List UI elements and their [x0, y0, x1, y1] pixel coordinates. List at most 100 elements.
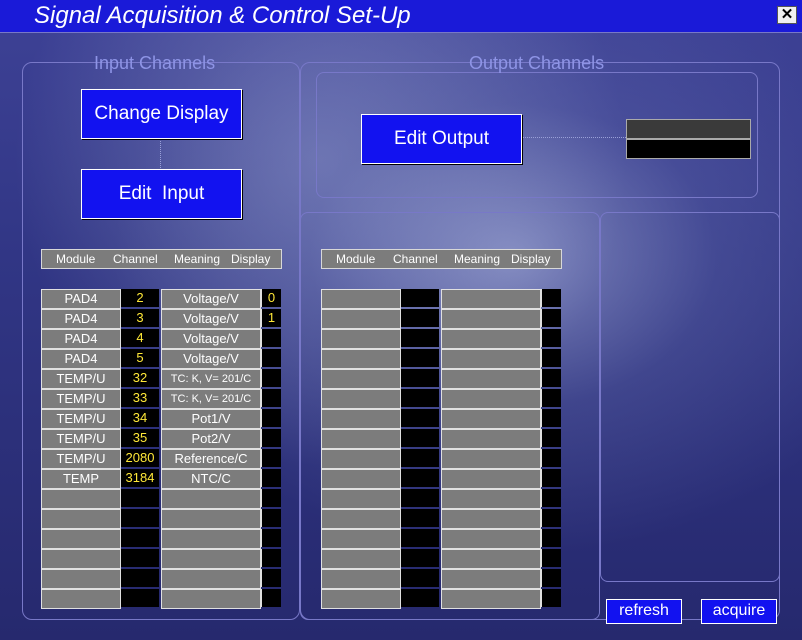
channel-cell[interactable]: 5: [121, 349, 159, 367]
channel-cell[interactable]: [401, 489, 439, 507]
module-cell[interactable]: [41, 589, 121, 609]
display-cell[interactable]: [541, 509, 561, 527]
display-cell[interactable]: [261, 469, 281, 487]
channel-cell[interactable]: 3: [121, 309, 159, 327]
module-cell[interactable]: [321, 429, 401, 449]
display-cell[interactable]: [261, 529, 281, 547]
module-cell[interactable]: [41, 529, 121, 549]
module-cell[interactable]: [321, 349, 401, 369]
meaning-cell[interactable]: [161, 489, 261, 509]
meaning-cell[interactable]: [441, 369, 541, 389]
display-cell[interactable]: [541, 529, 561, 547]
channel-cell[interactable]: [401, 329, 439, 347]
meaning-cell[interactable]: [441, 289, 541, 309]
channel-cell[interactable]: [121, 489, 159, 507]
module-cell[interactable]: PAD4: [41, 289, 121, 309]
meaning-cell[interactable]: [161, 509, 261, 529]
meaning-cell[interactable]: [441, 589, 541, 609]
display-cell[interactable]: [541, 389, 561, 407]
display-cell[interactable]: [541, 309, 561, 327]
channel-cell[interactable]: [401, 529, 439, 547]
meaning-cell[interactable]: Pot1/V: [161, 409, 261, 429]
module-cell[interactable]: [321, 369, 401, 389]
channel-cell[interactable]: [401, 569, 439, 587]
channel-cell[interactable]: [121, 589, 159, 607]
meaning-cell[interactable]: [161, 549, 261, 569]
module-cell[interactable]: [321, 589, 401, 609]
meaning-cell[interactable]: Reference/C: [161, 449, 261, 469]
module-cell[interactable]: [321, 409, 401, 429]
module-cell[interactable]: TEMP/U: [41, 449, 121, 469]
module-cell[interactable]: [321, 529, 401, 549]
channel-cell[interactable]: [401, 469, 439, 487]
meaning-cell[interactable]: [441, 349, 541, 369]
meaning-cell[interactable]: [441, 549, 541, 569]
meaning-cell[interactable]: Voltage/V: [161, 349, 261, 369]
display-cell[interactable]: 1: [261, 309, 281, 327]
display-cell[interactable]: [261, 589, 281, 607]
meaning-cell[interactable]: [441, 389, 541, 409]
meaning-cell[interactable]: [441, 329, 541, 349]
channel-cell[interactable]: [401, 309, 439, 327]
meaning-cell[interactable]: [161, 529, 261, 549]
module-cell[interactable]: [41, 489, 121, 509]
channel-cell[interactable]: 3184: [121, 469, 159, 487]
channel-cell[interactable]: [121, 509, 159, 527]
module-cell[interactable]: TEMP/U: [41, 409, 121, 429]
acquire-button[interactable]: acquire: [701, 599, 777, 624]
meaning-cell[interactable]: [441, 429, 541, 449]
channel-cell[interactable]: [401, 509, 439, 527]
display-cell[interactable]: [261, 409, 281, 427]
display-cell[interactable]: [261, 329, 281, 347]
module-cell[interactable]: [321, 289, 401, 309]
channel-cell[interactable]: [401, 409, 439, 427]
module-cell[interactable]: [41, 549, 121, 569]
display-cell[interactable]: [541, 329, 561, 347]
module-cell[interactable]: [321, 309, 401, 329]
meaning-cell[interactable]: [161, 589, 261, 609]
meaning-cell[interactable]: TC: K, V= 201/C: [161, 369, 261, 389]
channel-cell[interactable]: 33: [121, 389, 159, 407]
channel-cell[interactable]: [121, 529, 159, 547]
channel-cell[interactable]: [401, 369, 439, 387]
meaning-cell[interactable]: [441, 309, 541, 329]
display-cell[interactable]: [541, 429, 561, 447]
meaning-cell[interactable]: [441, 409, 541, 429]
display-cell[interactable]: [541, 289, 561, 307]
channel-cell[interactable]: [121, 549, 159, 567]
display-cell[interactable]: [541, 369, 561, 387]
module-cell[interactable]: TEMP/U: [41, 369, 121, 389]
display-cell[interactable]: [261, 449, 281, 467]
display-cell[interactable]: [541, 569, 561, 587]
module-cell[interactable]: [41, 509, 121, 529]
channel-cell[interactable]: [401, 389, 439, 407]
module-cell[interactable]: [41, 569, 121, 589]
meaning-cell[interactable]: Voltage/V: [161, 329, 261, 349]
channel-cell[interactable]: [401, 429, 439, 447]
channel-cell[interactable]: [401, 549, 439, 567]
meaning-cell[interactable]: [441, 509, 541, 529]
module-cell[interactable]: [321, 469, 401, 489]
channel-cell[interactable]: [401, 449, 439, 467]
channel-cell[interactable]: [401, 349, 439, 367]
display-cell[interactable]: [541, 469, 561, 487]
module-cell[interactable]: [321, 489, 401, 509]
display-cell[interactable]: [541, 409, 561, 427]
channel-cell[interactable]: 2080: [121, 449, 159, 467]
channel-cell[interactable]: 2: [121, 289, 159, 307]
channel-cell[interactable]: 34: [121, 409, 159, 427]
meaning-cell[interactable]: [441, 469, 541, 489]
module-cell[interactable]: [321, 389, 401, 409]
display-cell[interactable]: [261, 569, 281, 587]
meaning-cell[interactable]: Voltage/V: [161, 309, 261, 329]
display-cell[interactable]: [541, 449, 561, 467]
channel-cell[interactable]: [401, 589, 439, 607]
display-cell[interactable]: [261, 389, 281, 407]
display-cell[interactable]: [261, 489, 281, 507]
module-cell[interactable]: [321, 509, 401, 529]
display-cell[interactable]: [261, 509, 281, 527]
display-cell[interactable]: [261, 349, 281, 367]
meaning-cell[interactable]: [441, 529, 541, 549]
channel-cell[interactable]: 32: [121, 369, 159, 387]
display-cell[interactable]: [541, 489, 561, 507]
